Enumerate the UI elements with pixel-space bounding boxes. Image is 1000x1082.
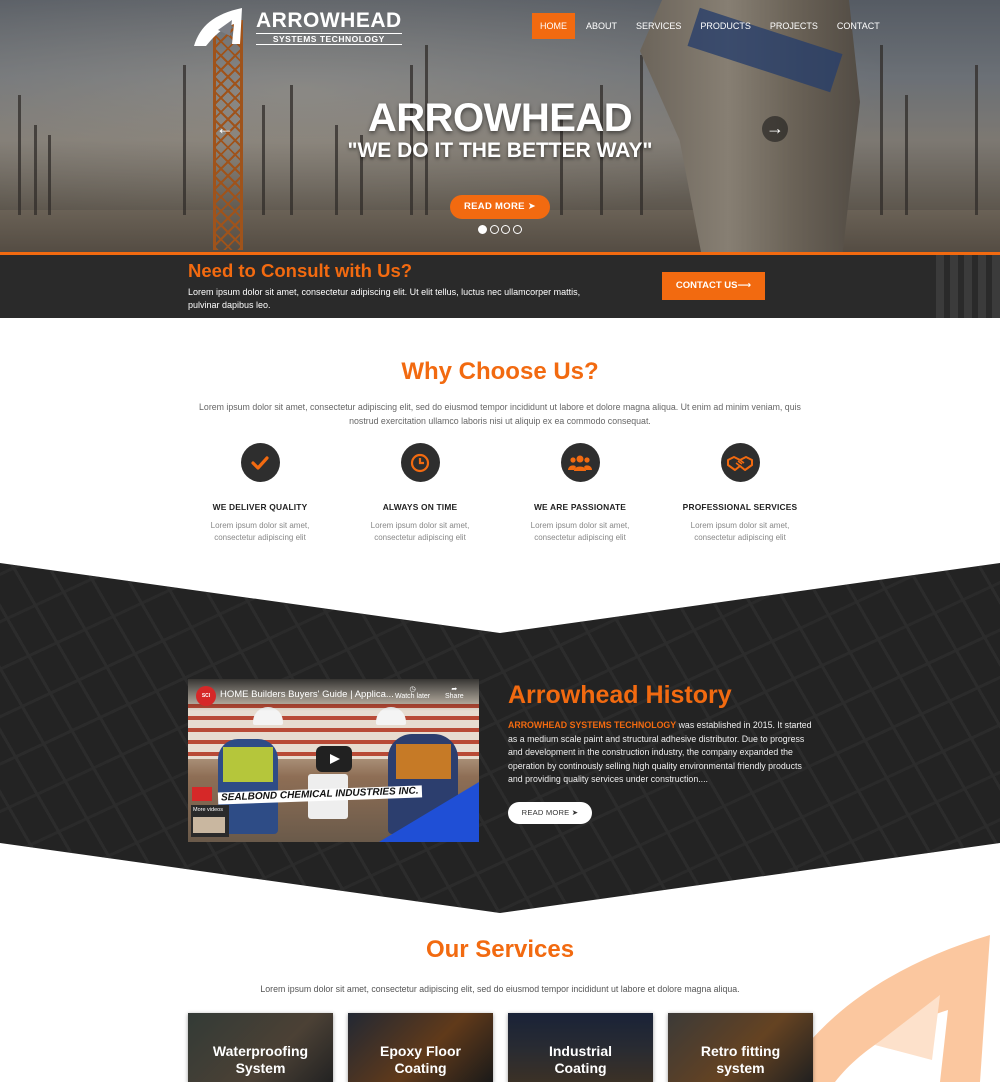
feature-text: Lorem ipsum dolor sit amet, consectetur … <box>370 521 470 542</box>
service-card-retrofitting[interactable]: Retro fitting system <box>668 1013 813 1082</box>
feature-title: WE DELIVER QUALITY <box>212 502 308 512</box>
more-videos-button[interactable]: More videos <box>191 805 229 837</box>
history-text: ARROWHEAD SYSTEMS TECHNOLOGY was establi… <box>508 720 812 785</box>
slider-dots <box>478 225 524 234</box>
why-choose-intro: Lorem ipsum dolor sit amet, consectetur … <box>199 402 801 426</box>
hero-read-more-label: READ MORE <box>464 201 525 212</box>
consult-text: Lorem ipsum dolor sit amet, consectetur … <box>188 287 581 310</box>
nav-services[interactable]: SERVICES <box>628 13 689 39</box>
service-card-title: Industrial Coating <box>548 1043 612 1076</box>
clock-icon <box>400 443 440 482</box>
history-section <box>0 563 1000 913</box>
slider-dot-3[interactable] <box>501 225 510 234</box>
feature-title: PROFESSIONAL SERVICES <box>682 502 798 512</box>
check-icon <box>240 443 280 482</box>
slider-next-arrow-icon[interactable]: → <box>762 116 788 142</box>
history-read-more-button[interactable]: READ MORE ➤ <box>508 802 592 824</box>
hero-tagline: "WE DO IT THE BETTER WAY" <box>347 139 653 162</box>
contact-us-button[interactable]: CONTACT US⟶ <box>662 272 765 300</box>
consult-title: Need to Consult with Us? <box>188 260 413 281</box>
brand-subtitle: SYSTEMS TECHNOLOGY <box>256 32 402 45</box>
feature-title: ALWAYS ON TIME <box>382 502 458 512</box>
service-card-waterproofing[interactable]: Waterproofing System <box>188 1013 333 1082</box>
feature-title: WE ARE PASSIONATE <box>533 502 627 512</box>
chevron-decoration <box>930 255 1000 318</box>
feature-quality: WE DELIVER QUALITY Lorem ipsum dolor sit… <box>185 443 335 544</box>
arrow-circle-right-icon: ➤ <box>527 201 536 212</box>
feature-text: Lorem ipsum dolor sit amet, consectetur … <box>210 521 310 542</box>
feature-text: Lorem ipsum dolor sit amet, consectetur … <box>690 521 790 542</box>
service-card-epoxy[interactable]: Epoxy Floor Coating <box>348 1013 493 1082</box>
feature-professional: PROFESSIONAL SERVICES Lorem ipsum dolor … <box>665 443 815 544</box>
nav-projects[interactable]: PROJECTS <box>762 13 826 39</box>
video-player[interactable]: SCI HOME Builders Buyers' Guide | Applic… <box>188 679 479 842</box>
feature-on-time: ALWAYS ON TIME Lorem ipsum dolor sit ame… <box>345 443 495 544</box>
nav-contact[interactable]: CONTACT <box>829 13 888 39</box>
share-button[interactable]: ➦ Share <box>445 685 464 700</box>
steel-structure-background <box>0 563 1000 913</box>
slider-dot-1[interactable] <box>478 225 487 234</box>
service-card-title: Retro fitting system <box>700 1043 781 1076</box>
handshake-icon <box>720 443 760 482</box>
service-card-title: Waterproofing System <box>212 1043 309 1076</box>
users-icon <box>560 443 600 482</box>
nav-products[interactable]: PRODUCTS <box>692 13 759 39</box>
company-name-highlight: ARROWHEAD SYSTEMS TECHNOLOGY <box>508 720 677 730</box>
why-choose-title: Why Choose Us? <box>401 358 599 385</box>
slider-prev-arrow-icon[interactable]: ← <box>212 116 238 142</box>
brand-name: ARROWHEAD <box>256 8 402 32</box>
service-card-industrial[interactable]: Industrial Coating <box>508 1013 653 1082</box>
arrow-circle-right-icon: ➤ <box>571 808 579 817</box>
main-nav: HOME ABOUT SERVICES PRODUCTS PROJECTS CO… <box>532 13 891 39</box>
clock-icon: ◷ <box>409 686 416 693</box>
feature-passionate: WE ARE PASSIONATE Lorem ipsum dolor sit … <box>505 443 655 544</box>
contact-us-label: CONTACT US <box>675 280 738 291</box>
services-intro: Lorem ipsum dolor sit amet, consectetur … <box>260 984 740 994</box>
arrowhead-logo-icon <box>194 8 242 46</box>
channel-avatar[interactable]: SCI <box>196 686 216 706</box>
nav-about[interactable]: ABOUT <box>578 13 625 39</box>
watch-later-button[interactable]: ◷ Watch later <box>395 685 430 700</box>
nav-home[interactable]: HOME <box>532 13 575 39</box>
site-logo[interactable]: ARROWHEAD SYSTEMS TECHNOLOGY <box>192 6 402 48</box>
feature-text: Lorem ipsum dolor sit amet, consectetur … <box>530 521 630 542</box>
hero-title: ARROWHEAD <box>367 96 633 140</box>
services-title: Our Services <box>425 936 575 963</box>
slider-dot-2[interactable] <box>489 225 499 234</box>
share-icon: ➦ <box>451 686 458 693</box>
hero-read-more-button[interactable]: READ MORE ➤ <box>450 195 550 219</box>
video-title[interactable]: HOME Builders Buyers' Guide | Applica... <box>220 689 394 700</box>
slider-dot-4[interactable] <box>512 225 522 234</box>
service-card-title: Epoxy Floor Coating <box>380 1043 461 1076</box>
history-title: Arrowhead History <box>508 681 732 709</box>
consult-banner: Need to Consult with Us? Lorem ipsum dol… <box>0 252 1000 318</box>
long-arrow-right-icon: ⟶ <box>737 280 752 291</box>
sealbond-logo-icon <box>192 787 212 801</box>
play-button-icon[interactable] <box>316 746 352 772</box>
